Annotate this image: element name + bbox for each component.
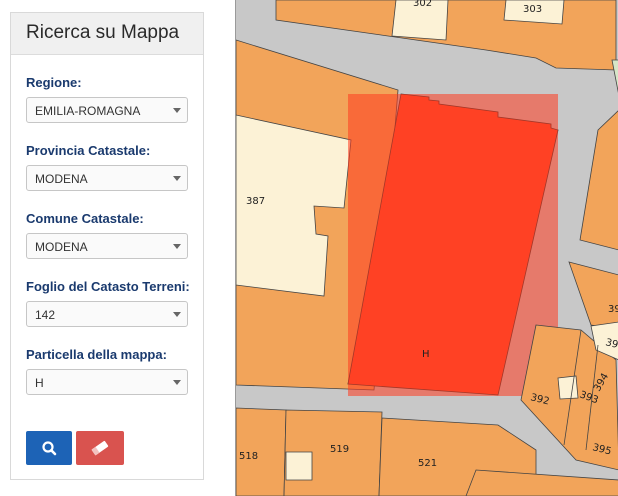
parcel-number: 387: [246, 196, 265, 207]
search-button[interactable]: [26, 431, 72, 465]
chevron-down-icon: [173, 312, 181, 317]
particella-label: Particella della mappa:: [26, 347, 167, 362]
provincia-value: MODENA: [35, 172, 88, 186]
provincia-select[interactable]: MODENA: [26, 165, 188, 191]
parcel-number: H: [422, 349, 430, 360]
parcel-number: 521: [418, 458, 437, 469]
selection-box: [348, 94, 558, 396]
eraser-icon: [91, 440, 109, 456]
particella-select[interactable]: H: [26, 369, 188, 395]
parcel-number: 518: [239, 451, 258, 462]
parcel-number: 519: [330, 444, 349, 455]
comune-select[interactable]: MODENA: [26, 233, 188, 259]
particella-value: H: [35, 376, 44, 390]
foglio-value: 142: [35, 308, 56, 322]
cadastral-map[interactable]: 302 303 387 H 392 393 394 395 396 397 51…: [235, 0, 618, 496]
chevron-down-icon: [173, 380, 181, 385]
regione-value: EMILIA-ROMAGNA: [35, 104, 141, 118]
building: [285, 451, 313, 481]
foglio-select[interactable]: 142: [26, 301, 188, 327]
provincia-label: Provincia Catastale:: [26, 143, 151, 158]
regione-select[interactable]: EMILIA-ROMAGNA: [26, 97, 188, 123]
search-icon: [42, 441, 57, 456]
foglio-label: Foglio del Catasto Terreni:: [26, 279, 190, 294]
search-panel: Ricerca su Mappa Regione: EMILIA-ROMAGNA…: [10, 12, 204, 480]
parcel-number: 303: [523, 4, 542, 15]
comune-value: MODENA: [35, 240, 88, 254]
building: [557, 375, 579, 400]
clear-button[interactable]: [76, 431, 124, 465]
chevron-down-icon: [173, 244, 181, 249]
chevron-down-icon: [173, 108, 181, 113]
parcel-number: 302: [413, 0, 432, 9]
panel-title: Ricerca su Mappa: [11, 13, 203, 55]
chevron-down-icon: [173, 176, 181, 181]
regione-label: Regione:: [26, 75, 82, 90]
parcel-number: 397: [608, 304, 618, 315]
comune-label: Comune Catastale:: [26, 211, 144, 226]
